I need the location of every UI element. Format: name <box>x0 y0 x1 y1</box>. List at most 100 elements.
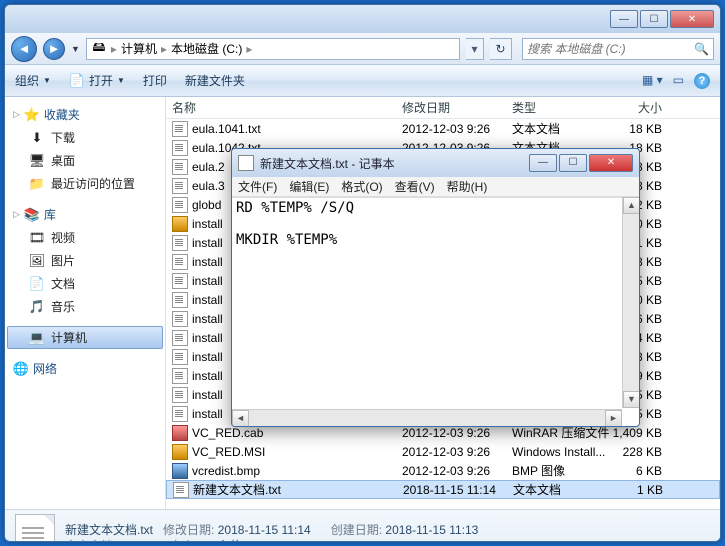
menu-file[interactable]: 文件(F) <box>238 178 277 195</box>
file-icon <box>172 254 188 270</box>
file-name: VC_RED.cab <box>192 426 263 440</box>
sidebar-downloads[interactable]: ⬇下载 <box>7 126 163 149</box>
col-date[interactable]: 修改日期 <box>402 99 512 116</box>
search-icon: 🔍 <box>694 42 709 56</box>
open-icon: 📄 <box>69 73 85 89</box>
file-row[interactable]: 新建文本文档.txt2018-11-15 11:14文本文档1 KB <box>166 480 720 499</box>
status-bar: 新建文本文档.txt 修改日期: 2018-11-15 11:14 创建日期: … <box>5 509 720 542</box>
file-row[interactable]: vcredist.bmp2012-12-03 9:26BMP 图像6 KB <box>166 461 720 480</box>
nav-forward-button[interactable]: ► <box>43 38 65 60</box>
drive-icon: 🖴 <box>91 41 107 57</box>
view-options-icon[interactable]: ▦ ▾ <box>642 73 663 89</box>
file-name: eula.2 <box>192 160 225 174</box>
picture-icon: 🖼 <box>29 253 45 269</box>
sidebar-network[interactable]: 🌐网络 <box>7 357 163 380</box>
video-icon: 🎞 <box>29 230 45 246</box>
address-bar: ◄ ► ▼ 🖴 ▸ 计算机 ▸ 本地磁盘 (C:) ▸ ▾ ↻ 🔍 <box>5 33 720 65</box>
notepad-titlebar[interactable]: 新建文本文档.txt - 记事本 — ☐ ✕ <box>232 149 639 177</box>
file-icon <box>172 463 188 479</box>
breadcrumb-drive[interactable]: 本地磁盘 (C:) <box>171 40 242 57</box>
file-icon <box>172 140 188 156</box>
menu-help[interactable]: 帮助(H) <box>447 178 488 195</box>
file-icon <box>172 273 188 289</box>
maximize-button[interactable]: ☐ <box>640 10 668 28</box>
refresh-button[interactable]: ↻ <box>490 38 512 60</box>
download-icon: ⬇ <box>29 130 45 146</box>
file-date: 2012-12-03 9:26 <box>402 464 512 478</box>
new-folder-button[interactable]: 新建文件夹 <box>185 72 245 89</box>
explorer-titlebar[interactable]: — ☐ ✕ <box>5 5 720 33</box>
notepad-textarea[interactable]: RD %TEMP% /S/Q MKDIR %TEMP% <box>232 197 639 407</box>
menu-edit[interactable]: 编辑(E) <box>289 178 329 195</box>
file-name: VC_RED.MSI <box>192 445 265 459</box>
file-size: 1,409 KB <box>612 426 692 440</box>
file-icon <box>172 235 188 251</box>
file-icon <box>172 121 188 137</box>
close-button[interactable]: ✕ <box>670 10 714 28</box>
file-type: 文本文档 <box>512 120 612 137</box>
np-minimize-button[interactable]: — <box>529 154 557 172</box>
sidebar: ▷⭐收藏夹 ⬇下载 🖥桌面 📁最近访问的位置 ▷📚库 🎞视频 🖼图片 📄文档 🎵… <box>5 97 166 509</box>
menu-format[interactable]: 格式(O) <box>341 178 382 195</box>
preview-pane-icon[interactable]: ▭ <box>673 73 684 89</box>
np-close-button[interactable]: ✕ <box>589 154 633 172</box>
breadcrumb-sep: ▸ <box>161 42 167 56</box>
sidebar-computer[interactable]: 💻计算机 <box>7 326 163 349</box>
file-name: install <box>192 255 223 269</box>
col-size[interactable]: 大小 <box>612 99 692 116</box>
column-headers[interactable]: 名称 修改日期 类型 大小 <box>166 97 720 119</box>
file-date: 2012-12-03 9:26 <box>402 426 512 440</box>
file-size: 1 KB <box>613 483 693 497</box>
computer-icon: 💻 <box>29 330 45 346</box>
help-icon[interactable]: ? <box>694 73 710 89</box>
file-name: install <box>192 407 223 421</box>
minimize-button[interactable]: — <box>610 10 638 28</box>
breadcrumb-sep: ▸ <box>111 42 117 56</box>
scrollbar-horizontal[interactable]: ◄► <box>232 409 622 426</box>
document-icon: 📄 <box>29 276 45 292</box>
file-name: install <box>192 312 223 326</box>
sidebar-documents[interactable]: 📄文档 <box>7 272 163 295</box>
col-type[interactable]: 类型 <box>512 99 612 116</box>
address-field[interactable]: 🖴 ▸ 计算机 ▸ 本地磁盘 (C:) ▸ <box>86 38 460 60</box>
file-icon <box>172 444 188 460</box>
notepad-window: 新建文本文档.txt - 记事本 — ☐ ✕ 文件(F) 编辑(E) 格式(O)… <box>231 148 640 427</box>
nav-history-dropdown[interactable]: ▼ <box>71 44 80 54</box>
file-size: 228 KB <box>612 445 692 459</box>
breadcrumb-computer[interactable]: 计算机 <box>121 40 157 57</box>
nav-back-button[interactable]: ◄ <box>11 36 37 62</box>
address-dropdown[interactable]: ▾ <box>466 38 484 60</box>
print-button[interactable]: 打印 <box>143 72 167 89</box>
file-name: eula.3 <box>192 179 225 193</box>
library-icon: 📚 <box>24 207 40 223</box>
file-row[interactable]: eula.1041.txt2012-12-03 9:26文本文档18 KB <box>166 119 720 138</box>
file-name: install <box>192 293 223 307</box>
col-name[interactable]: 名称 <box>172 99 402 116</box>
file-name: install <box>192 388 223 402</box>
file-name: install <box>192 369 223 383</box>
star-icon: ⭐ <box>24 107 40 123</box>
search-box[interactable]: 🔍 <box>522 38 714 60</box>
menu-view[interactable]: 查看(V) <box>395 178 435 195</box>
sidebar-desktop[interactable]: 🖥桌面 <box>7 149 163 172</box>
sidebar-videos[interactable]: 🎞视频 <box>7 226 163 249</box>
file-date: 2012-12-03 9:26 <box>402 445 512 459</box>
file-name: install <box>192 274 223 288</box>
desktop-icon: 🖥 <box>29 153 45 169</box>
file-row[interactable]: VC_RED.MSI2012-12-03 9:26Windows Install… <box>166 442 720 461</box>
file-name: 新建文本文档.txt <box>193 481 281 498</box>
organize-menu[interactable]: 组织▼ <box>15 72 51 89</box>
sidebar-music[interactable]: 🎵音乐 <box>7 295 163 318</box>
notepad-title: 新建文本文档.txt - 记事本 <box>260 155 523 172</box>
sidebar-recent[interactable]: 📁最近访问的位置 <box>7 172 163 195</box>
np-maximize-button[interactable]: ☐ <box>559 154 587 172</box>
file-icon <box>172 216 188 232</box>
file-icon <box>172 311 188 327</box>
sidebar-favorites[interactable]: ▷⭐收藏夹 <box>7 103 163 126</box>
sidebar-pictures[interactable]: 🖼图片 <box>7 249 163 272</box>
sidebar-libraries[interactable]: ▷📚库 <box>7 203 163 226</box>
file-type: BMP 图像 <box>512 462 612 479</box>
scrollbar-vertical[interactable]: ▲▼ <box>622 197 639 408</box>
open-menu[interactable]: 📄打开▼ <box>69 72 125 89</box>
search-input[interactable] <box>527 42 694 56</box>
